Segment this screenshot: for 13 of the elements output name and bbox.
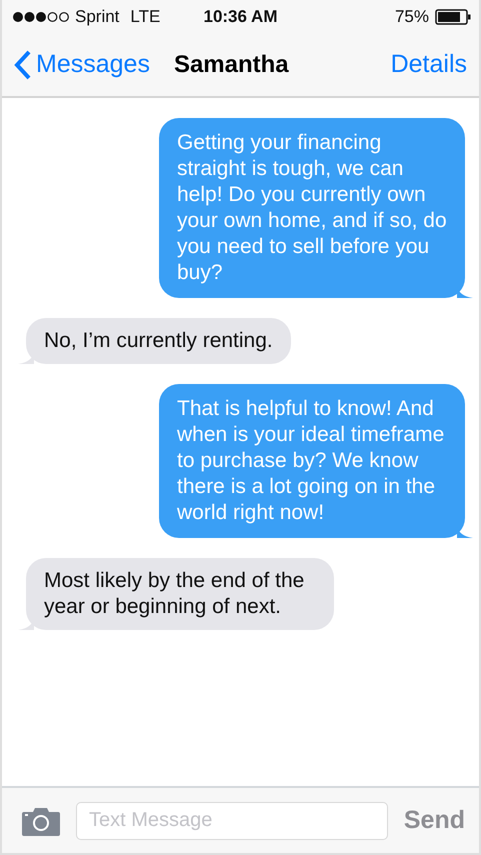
network-label: LTE <box>130 6 160 26</box>
battery-icon <box>435 8 471 24</box>
battery-percentage: 75% <box>394 6 429 26</box>
status-time: 10:36 AM <box>203 6 278 26</box>
back-chevron-icon <box>14 50 32 80</box>
send-button[interactable]: Send <box>404 806 465 835</box>
signal-icon <box>12 10 70 22</box>
message-input-field[interactable]: Text Message <box>76 802 388 840</box>
details-link[interactable]: Details <box>390 50 467 79</box>
carrier-label: Sprint <box>75 6 120 26</box>
camera-icon[interactable] <box>22 806 60 836</box>
contact-name: Samantha <box>174 50 290 78</box>
back-button[interactable]: Messages <box>14 50 150 80</box>
